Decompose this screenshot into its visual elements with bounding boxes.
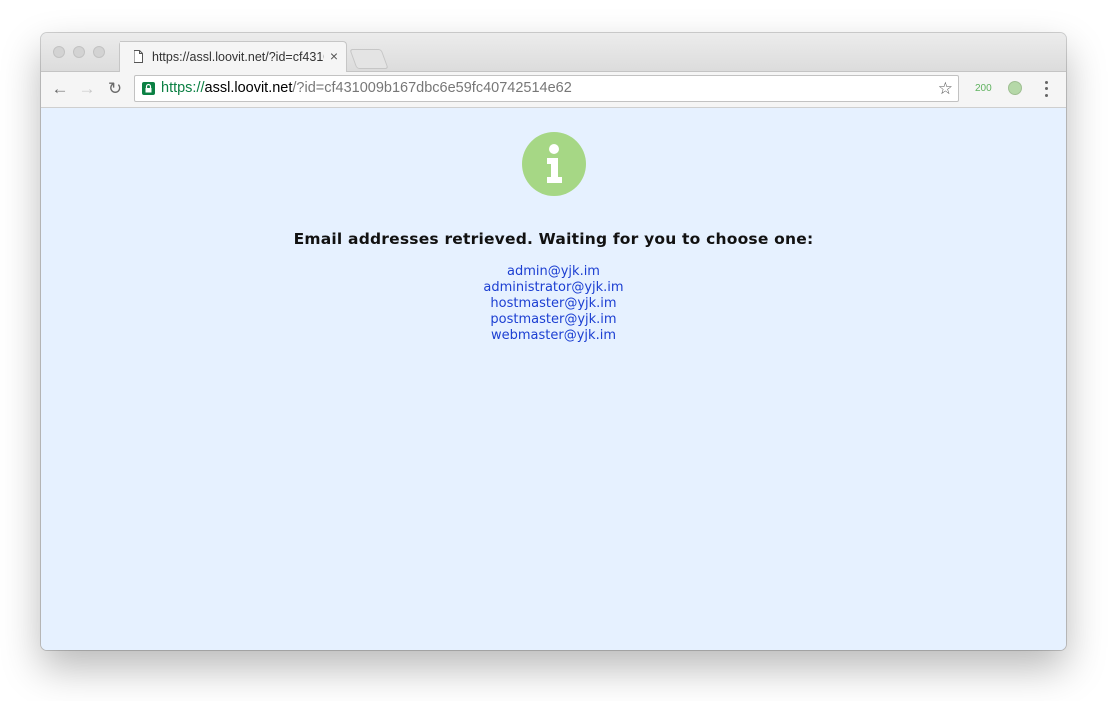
page-icon [133, 50, 143, 63]
url-path: /?id=cf431009b167dbc6e59fc40742514e62 [292, 80, 572, 96]
address-bar[interactable]: https://assl.loovit.net/?id=cf431009b167… [134, 75, 959, 102]
title-bar: https://assl.loovit.net/?id=cf431009b167… [41, 33, 1066, 73]
page-content: Email addresses retrieved. Waiting for y… [41, 108, 1066, 650]
close-window-button[interactable] [53, 46, 65, 58]
url-host: assl.loovit.net [204, 80, 293, 96]
url-text: https://assl.loovit.net/?id=cf431009b167… [161, 80, 572, 96]
toolbar: ← → ↻ https://assl.loovit.net/?id=cf4310… [41, 72, 1066, 108]
browser-tab[interactable]: https://assl.loovit.net/?id=cf431009b167… [119, 41, 347, 73]
extension-badge[interactable]: 200 [975, 83, 992, 94]
back-arrow-icon[interactable]: ← [51, 80, 69, 98]
kebab-menu-icon[interactable] [1043, 79, 1049, 99]
info-icon [522, 132, 586, 196]
window-controls [53, 46, 105, 58]
email-link[interactable]: hostmaster@yjk.im [490, 296, 616, 311]
email-link[interactable]: webmaster@yjk.im [491, 328, 616, 343]
page-heading: Email addresses retrieved. Waiting for y… [293, 230, 814, 248]
forward-arrow-icon[interactable]: → [78, 80, 96, 98]
browser-window: https://assl.loovit.net/?id=cf431009b167… [41, 33, 1066, 650]
email-link[interactable]: admin@yjk.im [507, 264, 600, 279]
star-icon[interactable]: ☆ [938, 79, 953, 99]
new-tab-button[interactable] [349, 49, 389, 69]
extension-icon[interactable] [1008, 81, 1022, 95]
url-scheme: https:// [161, 80, 205, 96]
zoom-window-button[interactable] [93, 46, 105, 58]
email-link[interactable]: administrator@yjk.im [483, 280, 623, 295]
minimize-window-button[interactable] [73, 46, 85, 58]
tab-title: https://assl.loovit.net/?id=cf431009b167… [152, 50, 324, 64]
lock-icon [142, 82, 155, 95]
email-link[interactable]: postmaster@yjk.im [490, 312, 616, 327]
email-list: admin@yjk.im administrator@yjk.im hostma… [41, 263, 1066, 343]
tab-close-icon[interactable]: × [330, 48, 338, 64]
reload-icon[interactable]: ↻ [106, 80, 124, 98]
